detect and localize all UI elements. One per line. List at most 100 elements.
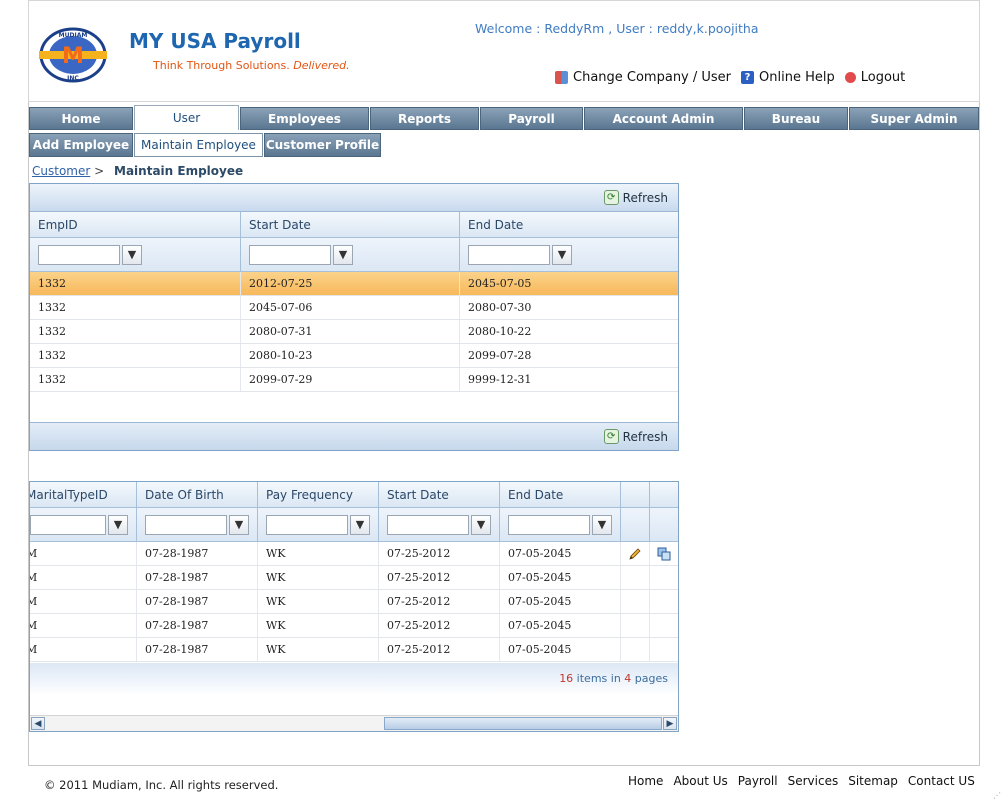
column-header-empid[interactable]: EmpID: [30, 212, 241, 237]
copy-cell: [650, 614, 678, 637]
sub-nav: Add Employee Maintain Employee Customer …: [29, 133, 381, 157]
filter-icon[interactable]: ▼: [229, 514, 249, 535]
footer-link-sitemap[interactable]: Sitemap: [848, 774, 898, 788]
cell-start-date: 07-25-2012: [379, 566, 500, 589]
tagline: Think Through Solutions. Delivered.: [153, 59, 350, 72]
table-row[interactable]: 1332 2099-07-29 9999-12-31: [30, 368, 678, 392]
column-header-date-of-birth[interactable]: Date Of Birth: [137, 482, 258, 507]
footer-link-services[interactable]: Services: [788, 774, 839, 788]
refresh-icon: ⟳: [603, 429, 619, 444]
cell-empid: 1332: [30, 272, 241, 295]
filter-icon[interactable]: ▼: [552, 244, 572, 265]
table-row[interactable]: 1332 2080-07-31 2080-10-22: [30, 320, 678, 344]
logout-link[interactable]: Logout: [844, 70, 905, 85]
column-header-start-date[interactable]: Start Date: [241, 212, 460, 237]
cell-start-date: 2080-10-23: [241, 344, 460, 367]
refresh-button[interactable]: ⟳ Refresh: [603, 190, 668, 205]
cell-marital-type: M: [30, 638, 137, 661]
online-help-link[interactable]: ? Online Help: [741, 70, 835, 85]
cell-end-date: 07-05-2045: [500, 542, 621, 565]
footer-link-home[interactable]: Home: [628, 774, 663, 788]
employee-details-grid: MaritalTypeID Date Of Birth Pay Frequenc…: [29, 481, 679, 732]
tab-maintain-employee[interactable]: Maintain Employee: [134, 133, 263, 157]
column-header-end-date[interactable]: End Date: [460, 212, 678, 237]
filter-input-pay-frequency[interactable]: [266, 514, 348, 535]
scroll-thumb[interactable]: [384, 717, 662, 730]
table-row[interactable]: 1332 2045-07-06 2080-07-30: [30, 296, 678, 320]
table-row[interactable]: 1332 2012-07-25 2045-07-05: [30, 272, 678, 296]
tab-home[interactable]: Home: [29, 107, 133, 130]
tab-account-admin[interactable]: Account Admin: [584, 107, 743, 130]
tab-customer-profile[interactable]: Customer Profile: [264, 133, 381, 157]
pager: 16 items in 4 pages: [30, 663, 678, 695]
filter-input-empid[interactable]: [38, 244, 120, 265]
brand-title: MY USA Payroll: [129, 29, 301, 53]
change-company-link[interactable]: Change Company / User: [555, 70, 731, 85]
top-links: Change Company / User ? Online Help Logo…: [555, 70, 905, 85]
table-row[interactable]: M 07-28-1987 WK 07-25-2012 07-05-2045: [30, 638, 678, 662]
cell-pay-frequency: WK: [258, 638, 379, 661]
filter-icon[interactable]: ▼: [122, 244, 142, 265]
cell-start-date: 07-25-2012: [379, 638, 500, 661]
copy-icon[interactable]: [656, 546, 672, 562]
filter-icon[interactable]: ▼: [108, 514, 128, 535]
column-header-marital-type[interactable]: MaritalTypeID: [30, 482, 137, 507]
cell-pay-frequency: WK: [258, 590, 379, 613]
tab-payroll[interactable]: Payroll: [480, 107, 583, 130]
header: M MUDIAM INC MY USA Payroll Think Throug…: [28, 0, 980, 102]
edit-cell: [621, 566, 650, 589]
breadcrumb-customer-link[interactable]: Customer: [32, 164, 90, 178]
filter-input-end-date[interactable]: [508, 514, 590, 535]
table-row[interactable]: M 07-28-1987 WK 07-25-2012 07-05-2045: [30, 566, 678, 590]
table-row[interactable]: M 07-28-1987 WK 07-25-2012 07-05-2045: [30, 614, 678, 638]
cell-end-date: 07-05-2045: [500, 614, 621, 637]
horizontal-scrollbar[interactable]: ◀ ▶: [30, 715, 678, 731]
table-row[interactable]: M 07-28-1987 WK 07-25-2012 07-05-2045: [30, 542, 678, 566]
tab-user[interactable]: User: [134, 105, 239, 130]
footer-link-about-us[interactable]: About Us: [673, 774, 727, 788]
column-header-end-date[interactable]: End Date: [500, 482, 621, 507]
footer-link-contact-us[interactable]: Contact US: [908, 774, 975, 788]
tab-reports[interactable]: Reports: [370, 107, 479, 130]
scroll-right-icon[interactable]: ▶: [663, 717, 677, 730]
copyright: © 2011 Mudiam, Inc. All rights reserved.: [44, 778, 279, 792]
tab-bureau[interactable]: Bureau: [744, 107, 848, 130]
filter-input-date-of-birth[interactable]: [145, 514, 227, 535]
tab-super-admin[interactable]: Super Admin: [849, 107, 979, 130]
cell-start-date: 2099-07-29: [241, 368, 460, 391]
tab-add-employee[interactable]: Add Employee: [29, 133, 133, 157]
cell-pay-frequency: WK: [258, 542, 379, 565]
refresh-button-bottom[interactable]: ⟳ Refresh: [603, 429, 668, 444]
copy-cell: [650, 638, 678, 661]
filter-input-end-date[interactable]: [468, 244, 550, 265]
table-row[interactable]: 1332 2080-10-23 2099-07-28: [30, 344, 678, 368]
resize-grip-icon: ⋰: [993, 791, 1001, 800]
filter-cell-pay-frequency: ▼: [258, 508, 379, 541]
pencil-icon[interactable]: [627, 546, 643, 562]
filter-input-start-date[interactable]: [249, 244, 331, 265]
cell-empid: 1332: [30, 320, 241, 343]
filter-cell-end-date: ▼: [460, 238, 678, 271]
cell-date-of-birth: 07-28-1987: [137, 566, 258, 589]
filter-input-marital-type[interactable]: [30, 514, 106, 535]
column-header-start-date[interactable]: Start Date: [379, 482, 500, 507]
grid-header: EmpID Start Date End Date: [30, 212, 678, 238]
scroll-left-icon[interactable]: ◀: [31, 717, 45, 730]
filter-icon[interactable]: ▼: [471, 514, 491, 535]
filter-icon[interactable]: ▼: [592, 514, 612, 535]
breadcrumb-current: Maintain Employee: [114, 164, 244, 178]
footer-link-payroll[interactable]: Payroll: [738, 774, 778, 788]
filter-row: ▼ ▼ ▼ ▼ ▼: [30, 508, 678, 542]
cell-end-date: 07-05-2045: [500, 566, 621, 589]
filter-input-start-date[interactable]: [387, 514, 469, 535]
table-row[interactable]: M 07-28-1987 WK 07-25-2012 07-05-2045: [30, 590, 678, 614]
mudiam-logo: M MUDIAM INC: [39, 27, 107, 83]
column-header-pay-frequency[interactable]: Pay Frequency: [258, 482, 379, 507]
cell-end-date: 2080-07-30: [468, 301, 532, 314]
filter-icon[interactable]: ▼: [350, 514, 370, 535]
tab-employees[interactable]: Employees: [240, 107, 369, 130]
grid-header: MaritalTypeID Date Of Birth Pay Frequenc…: [30, 482, 678, 508]
footer-divider: [28, 765, 980, 766]
filter-icon[interactable]: ▼: [333, 244, 353, 265]
cell-marital-type: M: [30, 542, 137, 565]
